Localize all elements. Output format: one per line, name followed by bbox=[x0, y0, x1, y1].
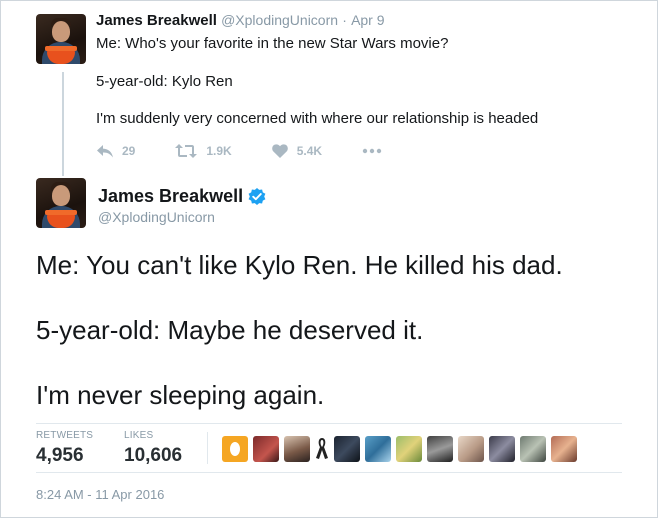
retweet-icon bbox=[175, 144, 198, 158]
likers-avatar-row bbox=[222, 436, 582, 462]
tweet-date[interactable]: Apr 9 bbox=[351, 12, 384, 28]
liker-avatar[interactable] bbox=[334, 436, 360, 462]
retweets-stat[interactable]: RETWEETS 4,956 bbox=[36, 430, 93, 467]
reply-button[interactable]: 29 bbox=[97, 144, 135, 158]
liker-avatar[interactable] bbox=[520, 436, 546, 462]
date-separator: · bbox=[342, 12, 347, 28]
ribbon-icon[interactable] bbox=[315, 436, 329, 462]
like-count: 5.4K bbox=[296, 144, 323, 158]
reply-icon bbox=[97, 144, 113, 157]
retweets-label: RETWEETS bbox=[36, 430, 94, 441]
tweet-text-line: 5-year-old: Maybe he deserved it. bbox=[36, 315, 424, 345]
reply-count: 29 bbox=[122, 144, 136, 158]
liker-avatar[interactable] bbox=[253, 436, 279, 462]
tweet-text-line: I'm never sleeping again. bbox=[36, 380, 325, 410]
retweet-count: 1.9K bbox=[206, 144, 232, 158]
more-button[interactable] bbox=[362, 148, 391, 154]
verified-badge-icon bbox=[248, 187, 266, 205]
liker-avatar[interactable] bbox=[396, 436, 422, 462]
tweet-text-line: Me: Who's your favorite in the new Star … bbox=[96, 35, 449, 52]
stats-vertical-divider bbox=[207, 432, 208, 464]
liker-avatar[interactable] bbox=[365, 436, 391, 462]
liker-avatar[interactable] bbox=[284, 436, 310, 462]
tweet-timestamp[interactable]: 8:24 AM - 11 Apr 2016 bbox=[36, 487, 164, 502]
liker-avatar[interactable] bbox=[458, 436, 484, 462]
author-avatar[interactable] bbox=[36, 178, 86, 228]
author-name-row: James Breakwell bbox=[98, 186, 266, 207]
retweet-button[interactable]: 1.9K bbox=[175, 144, 232, 158]
author-name[interactable]: James Breakwell bbox=[98, 186, 243, 207]
conversation-thread-line bbox=[62, 72, 64, 176]
liker-avatar[interactable] bbox=[489, 436, 515, 462]
stats-divider-top bbox=[36, 423, 622, 424]
likes-stat[interactable]: LIKES 10,606 bbox=[124, 430, 182, 467]
liker-avatar[interactable] bbox=[551, 436, 577, 462]
like-button[interactable]: 5.4K bbox=[271, 144, 323, 158]
tweet-text-line: Me: You can't like Kylo Ren. He killed h… bbox=[36, 250, 563, 280]
author-handle[interactable]: @XplodingUnicorn bbox=[98, 209, 215, 225]
stats-divider-bottom bbox=[36, 472, 622, 473]
tweet-actions: 29 1.9K 5.4K bbox=[97, 142, 431, 160]
heart-icon bbox=[271, 144, 288, 158]
author-avatar[interactable] bbox=[36, 14, 86, 64]
tweet-text-line: 5-year-old: Kylo Ren bbox=[96, 73, 233, 90]
author-name[interactable]: James Breakwell bbox=[96, 12, 217, 29]
likes-label: LIKES bbox=[124, 430, 154, 441]
liker-avatar[interactable] bbox=[427, 436, 453, 462]
tweet-text-line: I'm suddenly very concerned with where o… bbox=[96, 110, 539, 127]
author-handle[interactable]: @XplodingUnicorn bbox=[221, 12, 338, 28]
likes-value: 10,606 bbox=[124, 445, 183, 466]
more-icon bbox=[362, 148, 382, 154]
tweet-header: James Breakwell @XplodingUnicorn · Apr 9 bbox=[96, 12, 385, 29]
retweets-value: 4,956 bbox=[36, 445, 84, 466]
liker-avatar[interactable] bbox=[222, 436, 248, 462]
